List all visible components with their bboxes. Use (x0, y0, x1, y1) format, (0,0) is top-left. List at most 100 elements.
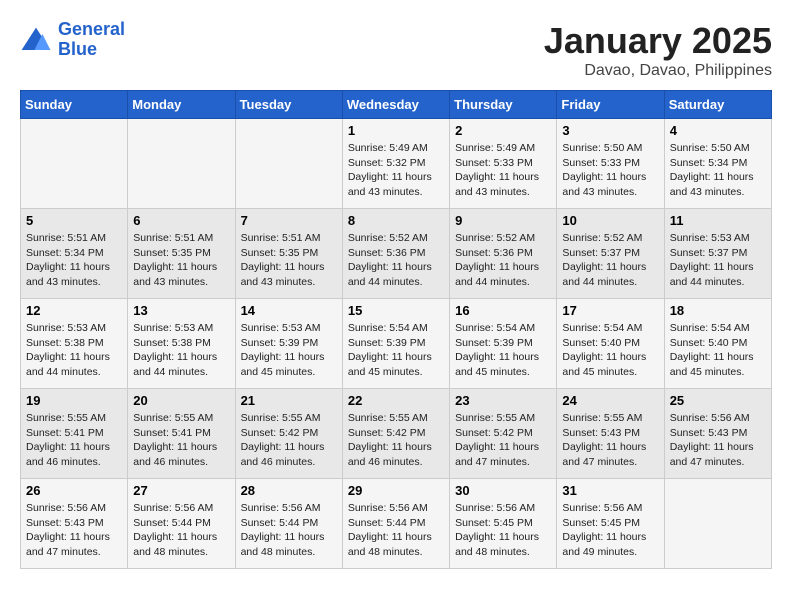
calendar-header-row: SundayMondayTuesdayWednesdayThursdayFrid… (21, 91, 772, 119)
page-header: General Blue January 2025 Davao, Davao, … (20, 20, 772, 80)
calendar-cell: 7Sunrise: 5:51 AM Sunset: 5:35 PM Daylig… (235, 209, 342, 299)
title-block: January 2025 Davao, Davao, Philippines (544, 20, 772, 80)
day-info: Sunrise: 5:52 AM Sunset: 5:37 PM Dayligh… (562, 231, 658, 290)
day-number: 6 (133, 213, 229, 228)
calendar-cell: 6Sunrise: 5:51 AM Sunset: 5:35 PM Daylig… (128, 209, 235, 299)
calendar-cell: 2 Sunrise: 5:49 AM Sunset: 5:33 PM Daylig… (450, 119, 557, 209)
calendar-cell: 24 Sunrise: 5:55 AM Sunset: 5:43 PM Dayli… (557, 389, 664, 479)
calendar-week-row: 12 Sunrise: 5:53 AM Sunset: 5:38 PM Dayli… (21, 299, 772, 389)
calendar-cell: 9Sunrise: 5:52 AM Sunset: 5:36 PM Daylig… (450, 209, 557, 299)
logo-icon (20, 26, 52, 54)
day-info: Sunrise: 5:53 AM Sunset: 5:38 PM Dayligh… (26, 321, 122, 380)
calendar-cell: 18 Sunrise: 5:54 AM Sunset: 5:40 PM Dayli… (664, 299, 771, 389)
day-info: Sunrise: 5:56 AM Sunset: 5:43 PM Dayligh… (670, 411, 766, 470)
calendar-cell: 23 Sunrise: 5:55 AM Sunset: 5:42 PM Dayli… (450, 389, 557, 479)
calendar-cell: 29Sunrise: 5:56 AM Sunset: 5:44 PM Dayli… (342, 479, 449, 569)
day-number: 23 (455, 393, 551, 408)
day-number: 14 (241, 303, 337, 318)
calendar-cell: 1 Sunrise: 5:49 AM Sunset: 5:32 PM Daylig… (342, 119, 449, 209)
day-info: Sunrise: 5:56 AM Sunset: 5:45 PM Dayligh… (562, 501, 658, 560)
day-number: 9 (455, 213, 551, 228)
calendar-week-row: 26 Sunrise: 5:56 AM Sunset: 5:43 PM Dayli… (21, 479, 772, 569)
calendar-table: SundayMondayTuesdayWednesdayThursdayFrid… (20, 90, 772, 569)
calendar-cell: 31Sunrise: 5:56 AM Sunset: 5:45 PM Dayli… (557, 479, 664, 569)
calendar-cell: 26 Sunrise: 5:56 AM Sunset: 5:43 PM Dayli… (21, 479, 128, 569)
calendar-cell: 30Sunrise: 5:56 AM Sunset: 5:45 PM Dayli… (450, 479, 557, 569)
day-number: 8 (348, 213, 444, 228)
day-info: Sunrise: 5:56 AM Sunset: 5:43 PM Dayligh… (26, 501, 122, 560)
day-number: 16 (455, 303, 551, 318)
calendar-cell: 22 Sunrise: 5:55 AM Sunset: 5:42 PM Dayli… (342, 389, 449, 479)
header-monday: Monday (128, 91, 235, 119)
day-info: Sunrise: 5:49 AM Sunset: 5:33 PM Dayligh… (455, 141, 551, 200)
calendar-cell: 3 Sunrise: 5:50 AM Sunset: 5:33 PM Daylig… (557, 119, 664, 209)
day-number: 19 (26, 393, 122, 408)
day-number: 26 (26, 483, 122, 498)
calendar-cell: 25 Sunrise: 5:56 AM Sunset: 5:43 PM Dayli… (664, 389, 771, 479)
day-number: 29 (348, 483, 444, 498)
calendar-cell: 11 Sunrise: 5:53 AM Sunset: 5:37 PM Dayli… (664, 209, 771, 299)
calendar-cell: 5 Sunrise: 5:51 AM Sunset: 5:34 PM Daylig… (21, 209, 128, 299)
day-number: 25 (670, 393, 766, 408)
calendar-cell: 10Sunrise: 5:52 AM Sunset: 5:37 PM Dayli… (557, 209, 664, 299)
logo-line2: Blue (58, 39, 97, 59)
calendar-cell (21, 119, 128, 209)
calendar-week-row: 5 Sunrise: 5:51 AM Sunset: 5:34 PM Daylig… (21, 209, 772, 299)
day-info: Sunrise: 5:50 AM Sunset: 5:34 PM Dayligh… (670, 141, 766, 200)
day-info: Sunrise: 5:54 AM Sunset: 5:40 PM Dayligh… (670, 321, 766, 380)
day-info: Sunrise: 5:53 AM Sunset: 5:37 PM Dayligh… (670, 231, 766, 290)
month-title: January 2025 (544, 20, 772, 62)
calendar-cell (128, 119, 235, 209)
day-number: 11 (670, 213, 766, 228)
calendar-cell: 17 Sunrise: 5:54 AM Sunset: 5:40 PM Dayli… (557, 299, 664, 389)
header-saturday: Saturday (664, 91, 771, 119)
day-info: Sunrise: 5:49 AM Sunset: 5:32 PM Dayligh… (348, 141, 444, 200)
day-number: 1 (348, 123, 444, 138)
day-number: 18 (670, 303, 766, 318)
calendar-cell: 8 Sunrise: 5:52 AM Sunset: 5:36 PM Daylig… (342, 209, 449, 299)
day-info: Sunrise: 5:52 AM Sunset: 5:36 PM Dayligh… (348, 231, 444, 290)
header-wednesday: Wednesday (342, 91, 449, 119)
day-number: 13 (133, 303, 229, 318)
day-info: Sunrise: 5:55 AM Sunset: 5:41 PM Dayligh… (133, 411, 229, 470)
calendar-cell: 27Sunrise: 5:56 AM Sunset: 5:44 PM Dayli… (128, 479, 235, 569)
day-number: 2 (455, 123, 551, 138)
calendar-cell: 16 Sunrise: 5:54 AM Sunset: 5:39 PM Dayli… (450, 299, 557, 389)
logo-line1: General (58, 19, 125, 39)
day-number: 22 (348, 393, 444, 408)
location-subtitle: Davao, Davao, Philippines (544, 62, 772, 80)
day-info: Sunrise: 5:55 AM Sunset: 5:43 PM Dayligh… (562, 411, 658, 470)
day-number: 3 (562, 123, 658, 138)
day-info: Sunrise: 5:54 AM Sunset: 5:39 PM Dayligh… (455, 321, 551, 380)
day-info: Sunrise: 5:54 AM Sunset: 5:40 PM Dayligh… (562, 321, 658, 380)
day-number: 15 (348, 303, 444, 318)
day-info: Sunrise: 5:50 AM Sunset: 5:33 PM Dayligh… (562, 141, 658, 200)
day-info: Sunrise: 5:56 AM Sunset: 5:44 PM Dayligh… (133, 501, 229, 560)
calendar-cell: 13 Sunrise: 5:53 AM Sunset: 5:38 PM Dayli… (128, 299, 235, 389)
day-number: 12 (26, 303, 122, 318)
calendar-week-row: 1 Sunrise: 5:49 AM Sunset: 5:32 PM Daylig… (21, 119, 772, 209)
day-info: Sunrise: 5:55 AM Sunset: 5:42 PM Dayligh… (455, 411, 551, 470)
calendar-cell: 28Sunrise: 5:56 AM Sunset: 5:44 PM Dayli… (235, 479, 342, 569)
header-friday: Friday (557, 91, 664, 119)
calendar-cell: 21Sunrise: 5:55 AM Sunset: 5:42 PM Dayli… (235, 389, 342, 479)
day-info: Sunrise: 5:55 AM Sunset: 5:41 PM Dayligh… (26, 411, 122, 470)
day-info: Sunrise: 5:55 AM Sunset: 5:42 PM Dayligh… (241, 411, 337, 470)
day-number: 5 (26, 213, 122, 228)
calendar-cell (235, 119, 342, 209)
day-info: Sunrise: 5:51 AM Sunset: 5:34 PM Dayligh… (26, 231, 122, 290)
day-number: 30 (455, 483, 551, 498)
logo-text: General Blue (58, 20, 125, 60)
calendar-cell (664, 479, 771, 569)
day-number: 24 (562, 393, 658, 408)
calendar-cell: 15Sunrise: 5:54 AM Sunset: 5:39 PM Dayli… (342, 299, 449, 389)
day-info: Sunrise: 5:55 AM Sunset: 5:42 PM Dayligh… (348, 411, 444, 470)
header-sunday: Sunday (21, 91, 128, 119)
day-info: Sunrise: 5:53 AM Sunset: 5:39 PM Dayligh… (241, 321, 337, 380)
logo: General Blue (20, 20, 125, 60)
header-thursday: Thursday (450, 91, 557, 119)
day-number: 17 (562, 303, 658, 318)
calendar-cell: 12 Sunrise: 5:53 AM Sunset: 5:38 PM Dayli… (21, 299, 128, 389)
calendar-cell: 14 Sunrise: 5:53 AM Sunset: 5:39 PM Dayli… (235, 299, 342, 389)
day-info: Sunrise: 5:53 AM Sunset: 5:38 PM Dayligh… (133, 321, 229, 380)
